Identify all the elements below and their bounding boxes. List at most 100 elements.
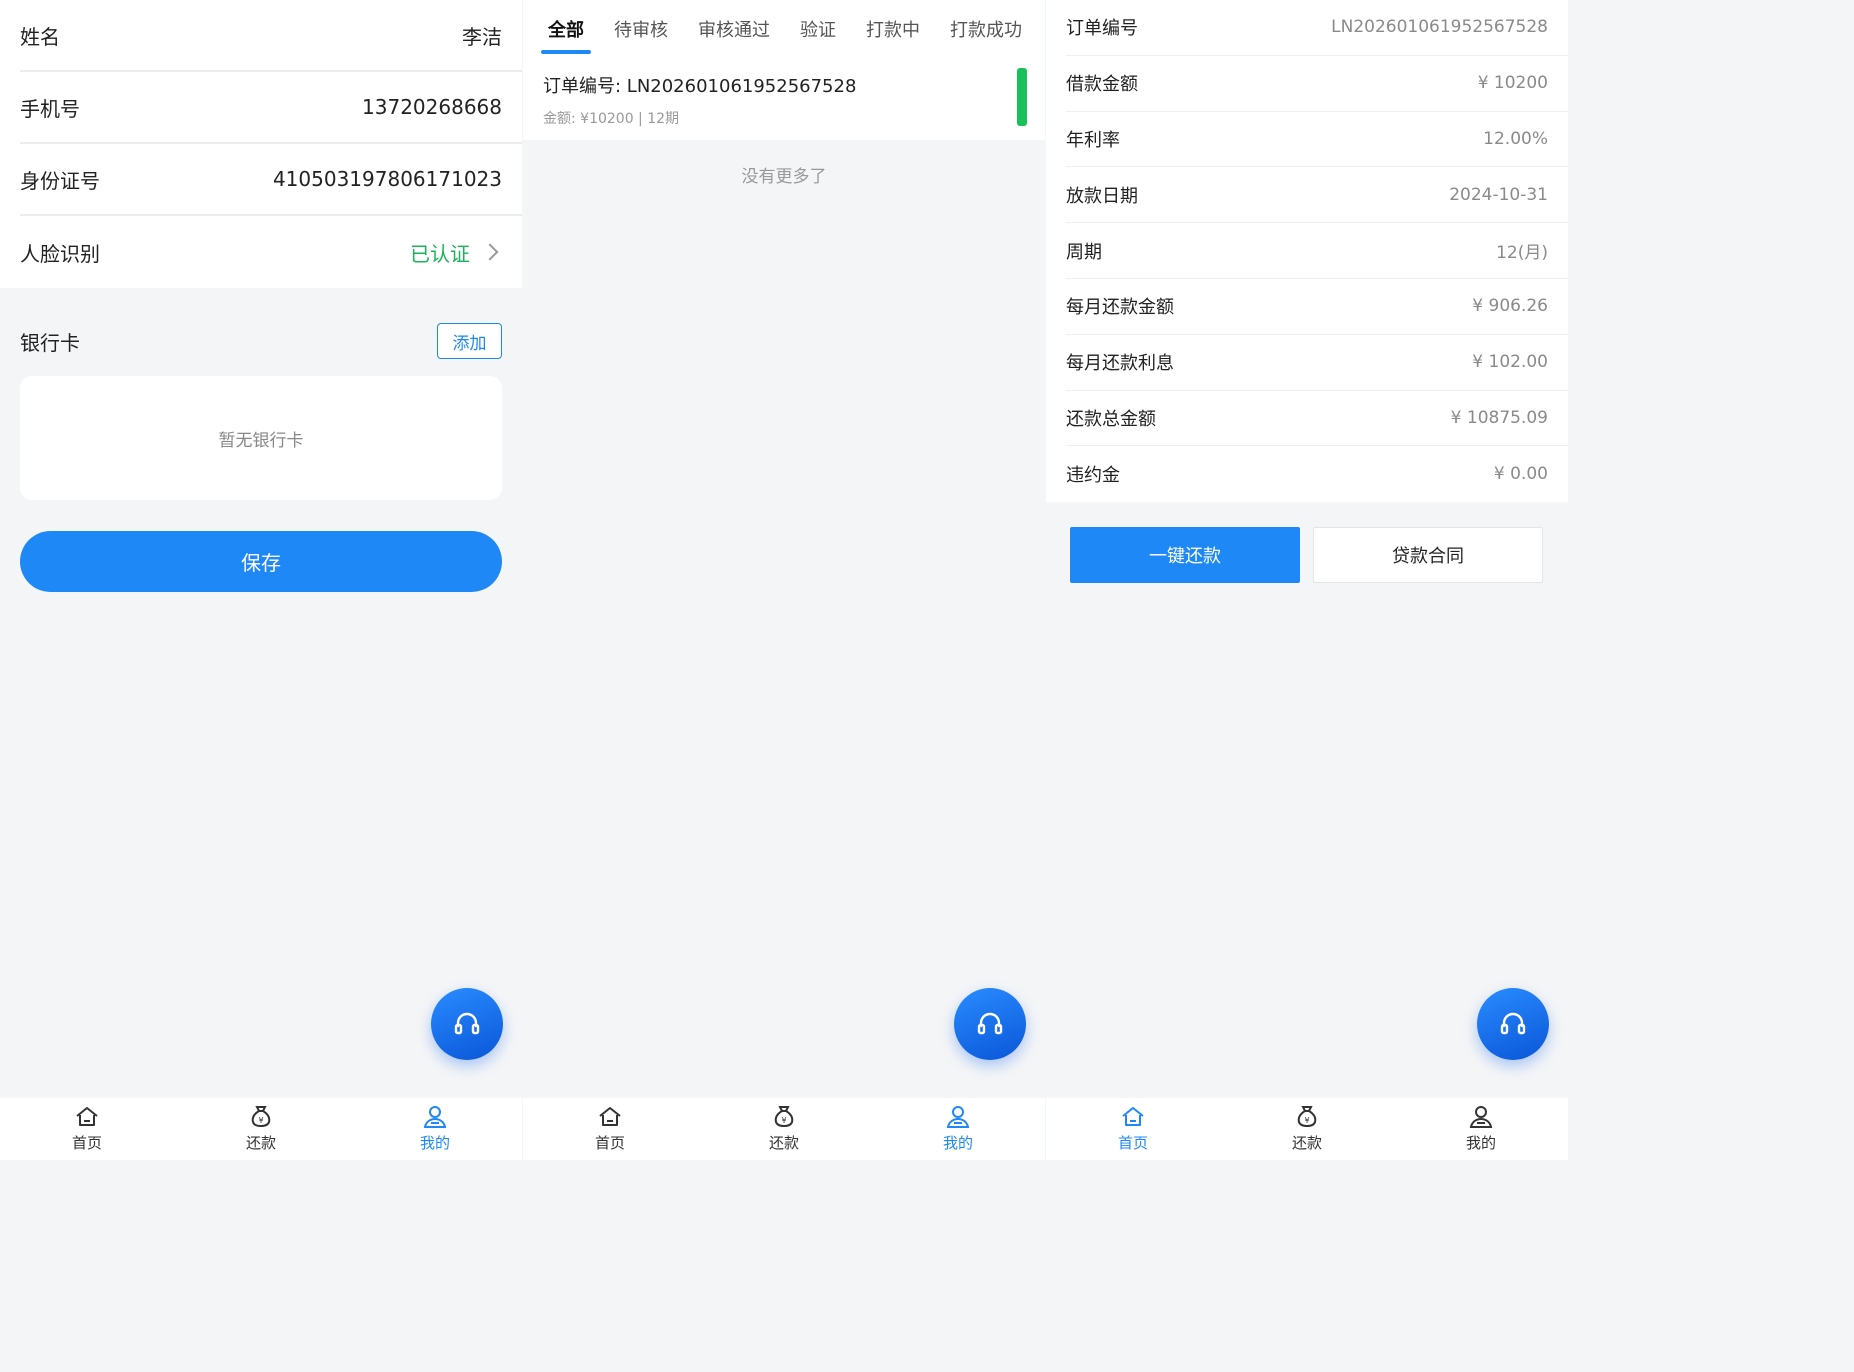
face-recognition-row[interactable]: 人脸识别 已认证 bbox=[20, 216, 522, 288]
tab-disbursing[interactable]: 打款中 bbox=[851, 0, 935, 60]
orders-screen: 全部 待审核 审核通过 验证 打款中 打款成功 订单编号: LN20260106… bbox=[523, 0, 1045, 1160]
profile-info-card: 姓名 李洁 手机号 13720268668 身份证号 4105031978061… bbox=[0, 0, 522, 288]
tabbar-mine-label: 我的 bbox=[419, 1134, 450, 1152]
customer-service-button[interactable] bbox=[431, 988, 503, 1060]
profile-screen: 姓名 李洁 手机号 13720268668 身份证号 4105031978061… bbox=[0, 0, 522, 1160]
detail-value: LN202601061952567528 bbox=[1331, 17, 1548, 38]
headset-icon bbox=[977, 1012, 1003, 1035]
tabbar-home[interactable]: 首页 bbox=[523, 1098, 697, 1160]
tabbar-mine[interactable]: 我的 bbox=[348, 1098, 522, 1160]
home-icon bbox=[599, 1107, 621, 1126]
phone-value: 13720268668 bbox=[362, 95, 502, 119]
order-list-item[interactable]: 订单编号: LN202601061952567528 金额: ¥10200 | … bbox=[523, 60, 1045, 140]
tab-pending-review[interactable]: 待审核 bbox=[599, 0, 683, 60]
detail-label: 还款总金额 bbox=[1066, 408, 1156, 430]
detail-row-annual-rate: 年利率 12.00% bbox=[1066, 112, 1568, 168]
bottom-tab-bar: 首页 ¥ 还款 我的 bbox=[0, 1098, 522, 1160]
face-recognition-status: 已认证 bbox=[410, 238, 502, 267]
tabbar-home[interactable]: 首页 bbox=[1046, 1098, 1220, 1160]
user-icon bbox=[946, 1106, 970, 1128]
user-icon bbox=[423, 1106, 447, 1128]
tab-all[interactable]: 全部 bbox=[541, 0, 599, 60]
id-number-label: 身份证号 bbox=[20, 168, 100, 193]
loan-detail-screen: 订单编号 LN202601061952567528 借款金额 ¥ 10200 年… bbox=[1046, 0, 1568, 1160]
face-recognition-label: 人脸识别 bbox=[20, 241, 100, 266]
tabbar-mine[interactable]: 我的 bbox=[871, 1098, 1045, 1160]
detail-label: 周期 bbox=[1066, 241, 1102, 263]
money-bag-icon: ¥ bbox=[1297, 1106, 1317, 1128]
id-number-value: 410503197806171023 bbox=[272, 167, 502, 191]
detail-value: 2024-10-31 bbox=[1449, 184, 1548, 205]
svg-text:¥: ¥ bbox=[258, 1116, 263, 1125]
bank-card-empty-state: 暂无银行卡 bbox=[20, 376, 502, 500]
phone-row: 手机号 13720268668 bbox=[20, 72, 522, 144]
detail-value: ¥ 102.00 bbox=[1472, 352, 1548, 373]
tabbar-home[interactable]: 首页 bbox=[0, 1098, 174, 1160]
home-icon bbox=[1122, 1107, 1144, 1126]
detail-row-penalty: 违约金 ¥ 0.00 bbox=[1066, 446, 1568, 502]
customer-service-button[interactable] bbox=[1477, 988, 1549, 1060]
bank-card-title: 银行卡 bbox=[20, 330, 80, 355]
detail-label: 每月还款利息 bbox=[1066, 353, 1174, 375]
bank-card-empty-text: 暂无银行卡 bbox=[218, 430, 304, 451]
tabbar-repay[interactable]: ¥ 还款 bbox=[174, 1098, 348, 1160]
detail-row-loan-amount: 借款金额 ¥ 10200 bbox=[1066, 56, 1568, 112]
tabbar-home-label: 首页 bbox=[594, 1134, 625, 1152]
detail-label: 借款金额 bbox=[1066, 74, 1138, 96]
detail-row-monthly-interest: 每月还款利息 ¥ 102.00 bbox=[1066, 335, 1568, 391]
face-verified-text: 已认证 bbox=[410, 241, 470, 266]
order-summary: 金额: ¥10200 | 12期 bbox=[543, 111, 680, 127]
tabbar-home-label: 首页 bbox=[71, 1134, 102, 1152]
tabbar-mine-label: 我的 bbox=[942, 1134, 973, 1152]
save-button[interactable]: 保存 bbox=[20, 531, 502, 592]
no-more-text: 没有更多了 bbox=[741, 167, 827, 187]
loan-contract-button[interactable]: 贷款合同 bbox=[1313, 527, 1543, 584]
order-status-tabs: 全部 待审核 审核通过 验证 打款中 打款成功 bbox=[523, 0, 1045, 60]
order-status-indicator bbox=[1017, 68, 1027, 126]
headset-icon bbox=[1500, 1012, 1526, 1035]
detail-label: 放款日期 bbox=[1066, 185, 1138, 207]
tabbar-home-label: 首页 bbox=[1117, 1134, 1148, 1152]
detail-row-period: 周期 12(月) bbox=[1066, 223, 1568, 279]
detail-label: 订单编号 bbox=[1066, 18, 1138, 40]
name-label: 姓名 bbox=[20, 24, 60, 49]
detail-label: 年利率 bbox=[1066, 129, 1120, 151]
tabbar-repay-label: 还款 bbox=[1291, 1134, 1322, 1152]
detail-value: ¥ 10875.09 bbox=[1450, 407, 1548, 428]
detail-row-disbursement-date: 放款日期 2024-10-31 bbox=[1066, 167, 1568, 224]
bottom-tab-bar: 首页 ¥ 还款 我的 bbox=[1046, 1098, 1568, 1160]
tab-disbursed[interactable]: 打款成功 bbox=[935, 0, 1037, 60]
bottom-tab-bar: 首页 ¥ 还款 我的 bbox=[523, 1098, 1045, 1160]
tabbar-repay-label: 还款 bbox=[768, 1134, 799, 1152]
money-bag-icon: ¥ bbox=[251, 1106, 271, 1128]
tabbar-repay-label: 还款 bbox=[245, 1134, 276, 1152]
home-icon bbox=[76, 1107, 98, 1126]
customer-service-button[interactable] bbox=[954, 988, 1026, 1060]
chevron-right-icon bbox=[481, 243, 499, 261]
one-click-repay-button[interactable]: 一键还款 bbox=[1070, 527, 1300, 584]
tabbar-mine[interactable]: 我的 bbox=[1394, 1098, 1568, 1160]
add-bank-card-button[interactable]: 添加 bbox=[437, 323, 502, 359]
detail-row-total-repayment: 还款总金额 ¥ 10875.09 bbox=[1066, 391, 1568, 447]
tab-verify[interactable]: 验证 bbox=[785, 0, 851, 60]
phone-label: 手机号 bbox=[20, 96, 80, 121]
detail-value: ¥ 10200 bbox=[1477, 73, 1548, 94]
loan-actions: 一键还款 贷款合同 bbox=[1046, 502, 1568, 584]
detail-label: 违约金 bbox=[1066, 465, 1120, 487]
detail-value: ¥ 906.26 bbox=[1472, 296, 1548, 317]
name-value: 李洁 bbox=[462, 24, 502, 49]
tabbar-repay[interactable]: ¥ 还款 bbox=[1220, 1098, 1394, 1160]
tab-approved[interactable]: 审核通过 bbox=[683, 0, 785, 60]
detail-label: 每月还款金额 bbox=[1066, 297, 1174, 319]
svg-text:¥: ¥ bbox=[781, 1116, 786, 1125]
detail-value: 12(月) bbox=[1496, 243, 1548, 264]
headset-icon bbox=[454, 1012, 480, 1035]
loan-detail-card: 订单编号 LN202601061952567528 借款金额 ¥ 10200 年… bbox=[1046, 0, 1568, 503]
name-row: 姓名 李洁 bbox=[20, 0, 522, 72]
user-icon bbox=[1469, 1106, 1493, 1128]
tabbar-repay[interactable]: ¥ 还款 bbox=[697, 1098, 871, 1160]
order-number: 订单编号: LN202601061952567528 bbox=[543, 76, 857, 97]
detail-value: 12.00% bbox=[1483, 128, 1548, 149]
money-bag-icon: ¥ bbox=[774, 1106, 794, 1128]
tabbar-mine-label: 我的 bbox=[1465, 1134, 1496, 1152]
